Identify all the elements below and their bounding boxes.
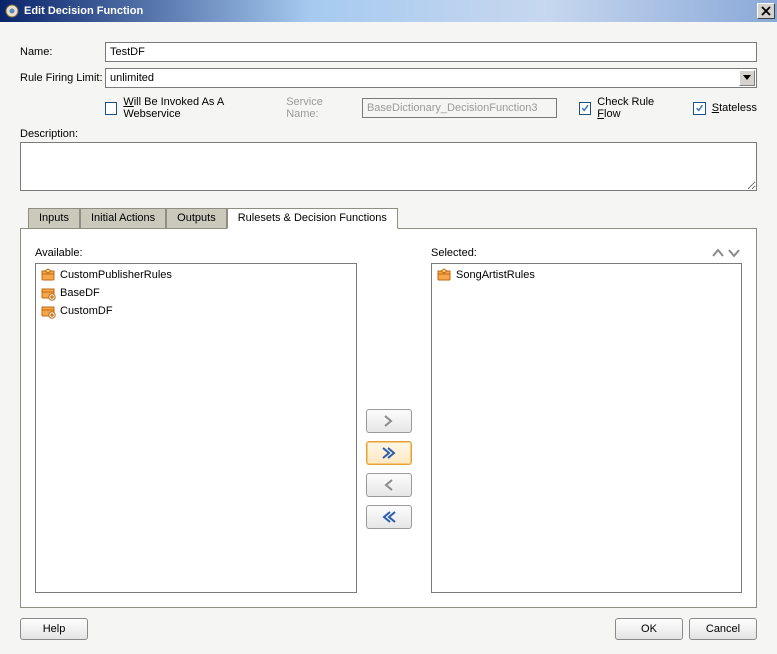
chevron-left-icon xyxy=(382,479,396,491)
ruleset-icon xyxy=(436,267,452,283)
check-rule-flow-label[interactable]: Check Rule Flow xyxy=(597,96,675,120)
move-all-right-button[interactable] xyxy=(366,441,412,465)
chevron-up-icon xyxy=(712,248,724,258)
stateless-checkbox[interactable] xyxy=(693,102,705,115)
window-title: Edit Decision Function xyxy=(24,5,143,17)
webservice-checkbox[interactable] xyxy=(105,102,117,115)
name-label: Name: xyxy=(20,46,105,58)
shuttle-controls xyxy=(357,245,421,593)
move-all-left-button[interactable] xyxy=(366,505,412,529)
tab-initial-actions[interactable]: Initial Actions xyxy=(80,208,166,229)
double-chevron-left-icon xyxy=(381,511,397,523)
tab-rulesets-decision-functions[interactable]: Rulesets & Decision Functions xyxy=(227,208,398,229)
chevron-right-icon xyxy=(382,415,396,427)
description-label: Description: xyxy=(20,128,757,140)
list-item-label: SongArtistRules xyxy=(456,269,535,281)
list-item-label: CustomDF xyxy=(60,305,113,317)
name-input[interactable] xyxy=(105,42,757,62)
cancel-button[interactable]: Cancel xyxy=(689,618,757,640)
available-label: Available: xyxy=(35,247,83,259)
list-item-label: CustomPublisherRules xyxy=(60,269,172,281)
move-up-button[interactable] xyxy=(710,245,726,261)
move-down-button[interactable] xyxy=(726,245,742,261)
list-item[interactable]: BaseDF xyxy=(38,284,354,302)
stateless-label[interactable]: Stateless xyxy=(712,102,757,114)
ok-button[interactable]: OK xyxy=(615,618,683,640)
close-icon xyxy=(761,6,771,16)
chevron-down-icon xyxy=(728,248,740,258)
selected-list[interactable]: SongArtistRules xyxy=(431,263,742,593)
tab-outputs[interactable]: Outputs xyxy=(166,208,227,229)
webservice-label[interactable]: Will Be Invoked As A Webservice xyxy=(123,96,274,120)
service-name-input xyxy=(362,98,557,118)
ruleset-icon xyxy=(40,267,56,283)
selected-label: Selected: xyxy=(431,247,477,259)
tabs: InputsInitial ActionsOutputsRulesets & D… xyxy=(28,207,757,228)
check-rule-flow-checkbox[interactable] xyxy=(579,102,591,115)
move-left-button[interactable] xyxy=(366,473,412,497)
titlebar: Edit Decision Function xyxy=(0,0,777,22)
decision-function-icon xyxy=(40,303,56,319)
tab-inputs[interactable]: Inputs xyxy=(28,208,80,229)
list-item[interactable]: CustomDF xyxy=(38,302,354,320)
service-name-label: Service Name: xyxy=(286,96,354,120)
description-textarea[interactable] xyxy=(20,142,757,191)
close-button[interactable] xyxy=(757,3,775,19)
list-item[interactable]: CustomPublisherRules xyxy=(38,266,354,284)
list-item-label: BaseDF xyxy=(60,287,100,299)
tab-panel-rulesets: Available: CustomPublisherRulesBaseDFCus… xyxy=(20,228,757,608)
available-list[interactable]: CustomPublisherRules BaseDF CustomDF xyxy=(35,263,357,593)
move-right-button[interactable] xyxy=(366,409,412,433)
decision-function-icon xyxy=(40,285,56,301)
list-item[interactable]: SongArtistRules xyxy=(434,266,739,284)
limit-label: Rule Firing Limit: xyxy=(20,72,105,84)
app-icon xyxy=(4,3,20,19)
double-chevron-right-icon xyxy=(381,447,397,459)
limit-select[interactable] xyxy=(105,68,757,88)
help-button[interactable]: Help xyxy=(20,618,88,640)
